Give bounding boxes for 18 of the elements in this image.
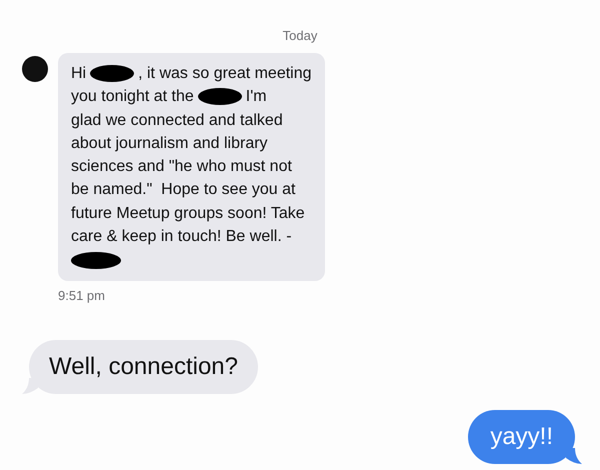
message-text: future Meetup groups soon! Take [71,204,305,224]
redaction-mark [71,252,121,269]
message-text: about journalism and library [71,134,268,154]
message-text: , it was so great meeting [138,64,312,84]
message-bubble: Well, connection? [29,340,258,394]
message-text: sciences and "he who must not [71,157,292,178]
message-text: be named." Hope to see you at [71,180,296,200]
bubble-tail [566,448,582,464]
redaction-mark [90,65,134,82]
message-text: Hi [71,64,86,84]
date-header: Today [282,28,318,43]
message-text: you tonight at the [71,87,194,108]
message-time: 9:51 pm [57,288,106,303]
redaction-mark [198,88,242,106]
message-text: glad we connected and talked [71,110,283,131]
message-bubble: yayy!! [468,410,575,464]
message-text: care & keep in touch! Be well. - [71,227,292,248]
message-text: I'm [246,87,267,108]
